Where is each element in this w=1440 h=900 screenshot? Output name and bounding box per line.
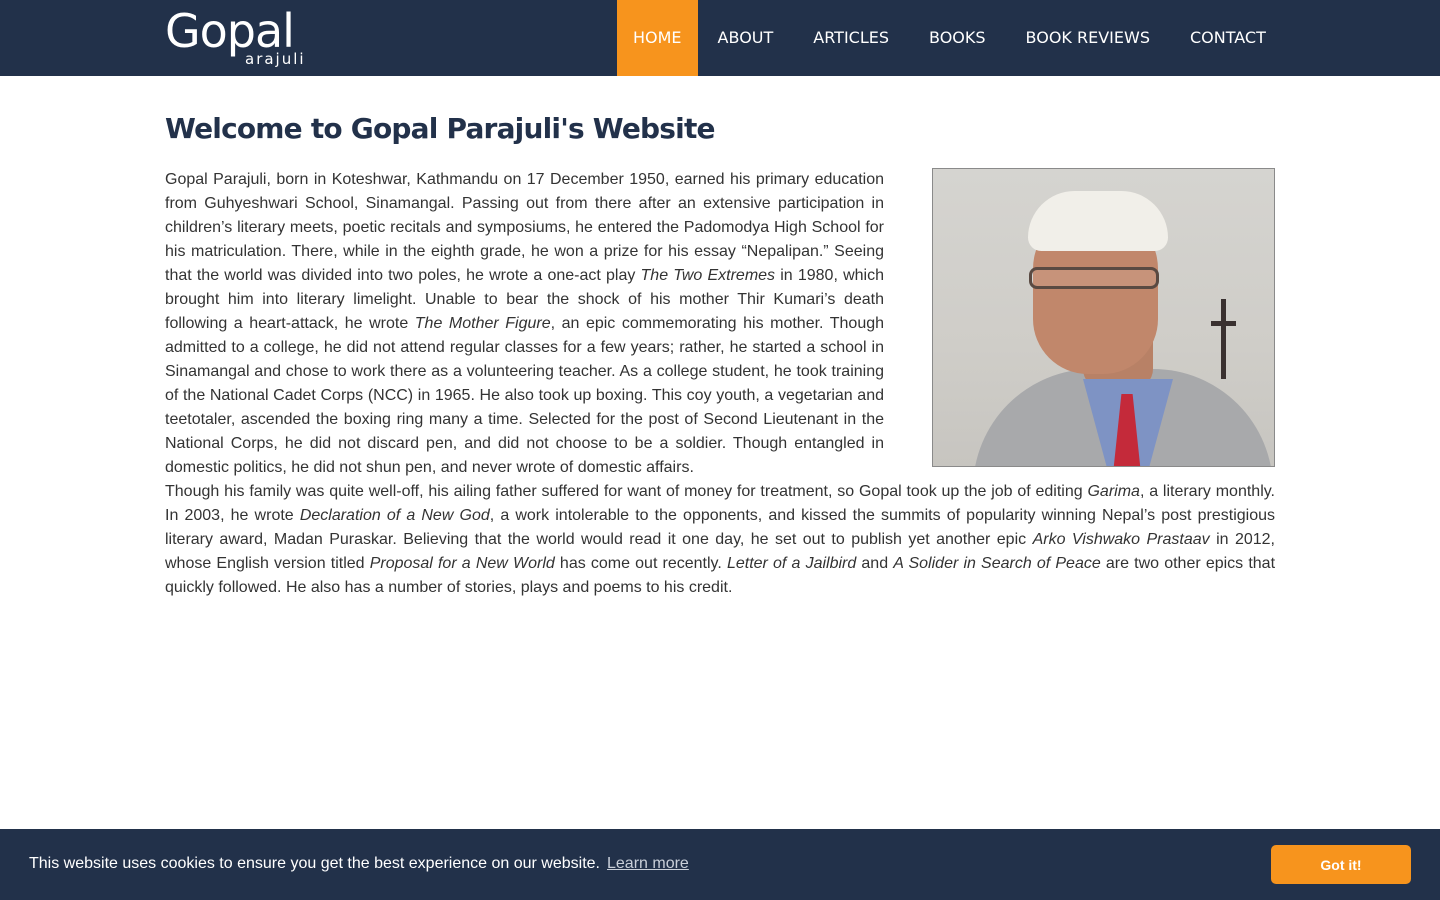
cookie-learn-more-link[interactable]: Learn more: [607, 853, 689, 875]
wall-cross: [1221, 299, 1226, 379]
page-title: Welcome to Gopal Parajuli's Website: [165, 112, 716, 145]
work-title: Proposal for a New World: [369, 555, 555, 572]
nav-articles[interactable]: ARTICLES: [793, 0, 909, 76]
author-portrait: [932, 168, 1275, 467]
site-logo[interactable]: Gopal arajuli: [165, 6, 325, 70]
work-title: The Mother Figure: [414, 315, 551, 332]
work-title: Arko Vishwako Prastaav: [1032, 531, 1210, 548]
work-title: Garima: [1087, 483, 1140, 500]
cookie-accept-button[interactable]: Got it!: [1271, 845, 1411, 884]
nav-books[interactable]: BOOKS: [909, 0, 1006, 76]
nav-book-reviews[interactable]: BOOK REVIEWS: [1006, 0, 1170, 76]
nav-about[interactable]: ABOUT: [698, 0, 794, 76]
logo-main-text: Gopal: [165, 4, 295, 58]
work-title: Declaration of a New God: [299, 507, 490, 524]
biography-paragraph-2: Though his family was quite well-off, hi…: [165, 483, 1276, 596]
site-header: Gopal arajuli HOME ABOUT ARTICLES BOOKS …: [0, 0, 1440, 76]
portrait-glasses: [1029, 267, 1159, 289]
work-title: The Two Extremes: [640, 267, 776, 284]
biography-article: Gopal Parajuli, born in Koteshwar, Kathm…: [165, 168, 1275, 600]
nav-contact[interactable]: CONTACT: [1170, 0, 1286, 76]
work-title: A Solider in Search of Peace: [893, 555, 1101, 572]
main-nav: HOME ABOUT ARTICLES BOOKS BOOK REVIEWS C…: [617, 0, 1286, 76]
cookie-consent-banner: This website uses cookies to ensure you …: [0, 829, 1440, 900]
work-title: Letter of a Jailbird: [726, 555, 857, 572]
nav-home[interactable]: HOME: [617, 0, 698, 76]
logo-sub-text: arajuli: [245, 50, 306, 68]
cookie-message: This website uses cookies to ensure you …: [29, 855, 600, 872]
main-content: Welcome to Gopal Parajuli's Website Gopa…: [165, 100, 1275, 600]
